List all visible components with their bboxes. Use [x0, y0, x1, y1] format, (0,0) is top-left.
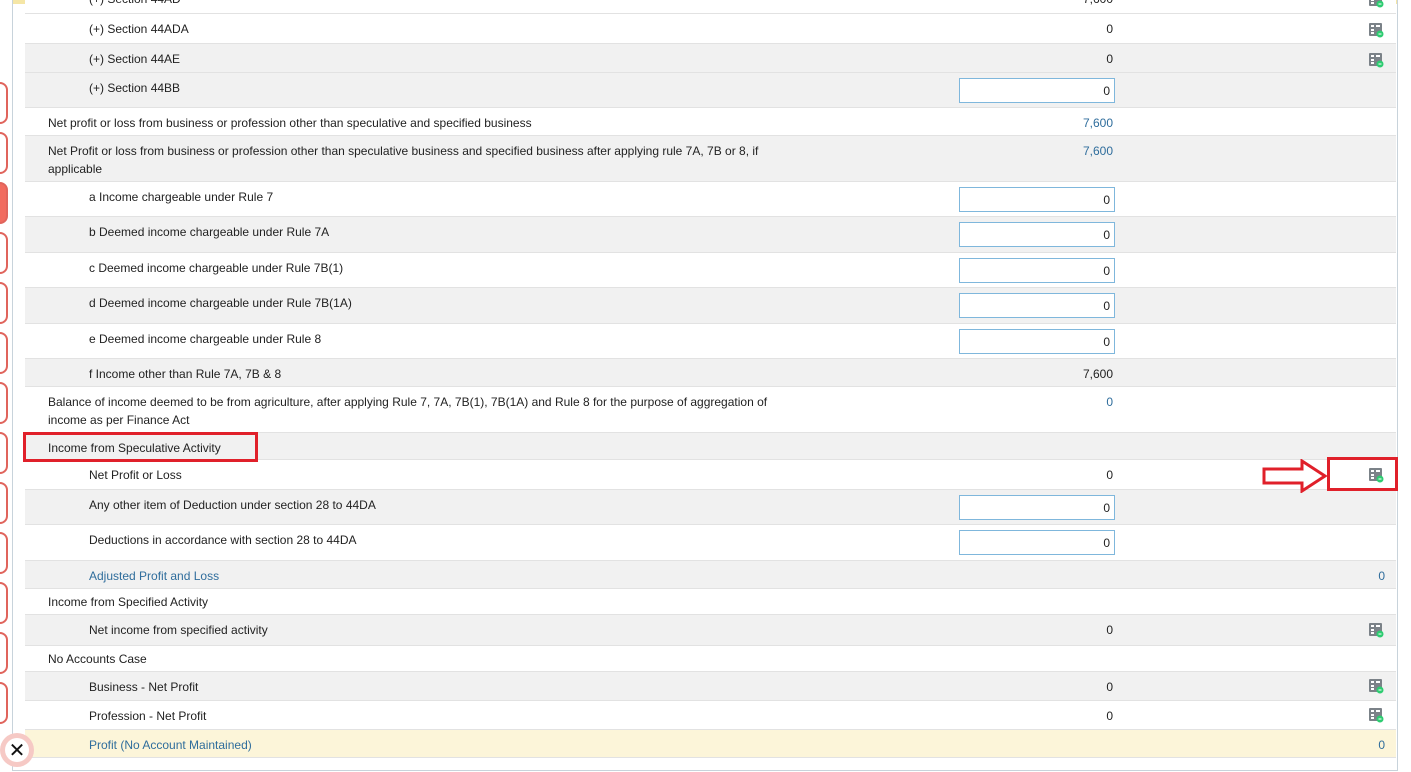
row-label: Adjusted Profit and Loss	[89, 569, 220, 583]
side-tab-7[interactable]	[0, 382, 8, 424]
row-value: 0	[1106, 468, 1113, 482]
row-rule-7b1: c Deemed income chargeable under Rule 7B…	[25, 253, 1396, 288]
calculator-icon[interactable]	[1368, 622, 1384, 638]
side-tab-11[interactable]	[0, 582, 8, 624]
row-label: d Deemed income chargeable under Rule 7B…	[89, 296, 352, 310]
row-value: 0	[1106, 22, 1113, 36]
row-value: 0	[1378, 569, 1385, 583]
row-rule-8: e Deemed income chargeable under Rule 8	[25, 324, 1396, 359]
row-value: 7,600	[1082, 144, 1113, 158]
row-label: Profession - Net Profit	[89, 709, 207, 723]
rule-7b1-input[interactable]	[959, 258, 1115, 283]
row-label: Deductions in accordance with section 28…	[89, 533, 357, 547]
calculator-icon[interactable]	[1368, 52, 1384, 68]
row-label: e Deemed income chargeable under Rule 8	[89, 332, 322, 346]
row-specified-net-income: Net income from specified activity 0	[25, 615, 1396, 646]
side-tab-4[interactable]	[0, 232, 8, 274]
rule-7b1a-input[interactable]	[959, 293, 1115, 318]
row-balance-agriculture: Balance of income deemed to be from agri…	[25, 387, 1396, 433]
row-label: Net income from specified activity	[89, 623, 268, 637]
side-tab-5[interactable]	[0, 282, 8, 324]
row-profit-no-account: Profit (No Account Maintained) 0	[25, 730, 1396, 758]
section-heading: No Accounts Case	[48, 652, 147, 666]
row-rule-7a: b Deemed income chargeable under Rule 7A	[25, 217, 1396, 253]
row-label: c Deemed income chargeable under Rule 7B…	[89, 261, 344, 275]
row-rule-7: a Income chargeable under Rule 7	[25, 182, 1396, 217]
section-44bb-input[interactable]	[959, 78, 1115, 103]
row-value: 0	[1106, 52, 1113, 66]
calculator-icon[interactable]	[1368, 707, 1384, 723]
row-value: 0	[1106, 680, 1113, 694]
row-income-other-than-rules: f Income other than Rule 7A, 7B & 8 7,60…	[25, 359, 1396, 387]
section-no-accounts-case: No Accounts Case	[25, 646, 1396, 672]
deductions-accordance-input[interactable]	[959, 530, 1115, 555]
row-label: Net Profit or loss from business or prof…	[48, 144, 759, 158]
side-tab-6[interactable]	[0, 332, 8, 374]
rule-8-input[interactable]	[959, 329, 1115, 354]
row-label: b Deemed income chargeable under Rule 7A	[89, 225, 330, 239]
side-tab-10[interactable]	[0, 532, 8, 574]
calculator-icon[interactable]	[1368, 22, 1384, 38]
row-label: (+) Section 44BB	[89, 81, 181, 95]
side-tab-8[interactable]	[0, 432, 8, 474]
section-specified-activity: Income from Specified Activity	[25, 589, 1396, 615]
rule-7-input[interactable]	[959, 187, 1115, 212]
row-adjusted-profit-loss: Adjusted Profit and Loss 0	[25, 561, 1396, 589]
row-label: (+) Section 44AD	[89, 0, 181, 8]
row-value: 0	[1106, 709, 1113, 723]
close-icon: ✕	[5, 738, 29, 762]
row-section-44ae: (+) Section 44AE 0	[25, 44, 1396, 73]
form-content: (+) Section 44AD 7,600 (+) Section 44ADA…	[12, 0, 1398, 771]
row-value: 7,600	[1082, 367, 1113, 381]
row-label: Profit (No Account Maintained)	[89, 738, 252, 752]
calculator-icon[interactable]	[1368, 0, 1384, 8]
row-label: f Income other than Rule 7A, 7B & 8	[89, 367, 282, 381]
row-net-profit-other: Net profit or loss from business or prof…	[25, 108, 1396, 136]
side-tab-3[interactable]	[0, 182, 8, 224]
row-label: (+) Section 44ADA	[89, 22, 189, 36]
row-label: Net profit or loss from business or prof…	[48, 116, 532, 130]
right-arrow-annotation	[1262, 459, 1328, 493]
row-label-line2: applicable	[48, 162, 103, 176]
row-label: Business - Net Profit	[89, 680, 199, 694]
left-tab-rail	[0, 0, 12, 772]
row-label: (+) Section 44AE	[89, 52, 181, 66]
row-label: Net Profit or Loss	[89, 468, 182, 482]
row-net-profit-after-rules: Net Profit or loss from business or prof…	[25, 136, 1396, 182]
row-label: Balance of income deemed to be from agri…	[48, 395, 768, 409]
row-speculative-net-profit: Net Profit or Loss 0	[25, 460, 1396, 490]
row-profession-net-profit: Profession - Net Profit 0	[25, 701, 1396, 730]
section-heading: Income from Specified Activity	[48, 595, 209, 609]
rule-7a-input[interactable]	[959, 222, 1115, 247]
row-rule-7b1a: d Deemed income chargeable under Rule 7B…	[25, 288, 1396, 324]
close-button[interactable]: ✕	[0, 733, 34, 767]
calculator-icon[interactable]	[1368, 678, 1384, 694]
highlight-box-calculator	[1327, 457, 1398, 491]
other-deduction-input[interactable]	[959, 495, 1115, 520]
row-label: Any other item of Deduction under sectio…	[89, 498, 376, 512]
row-other-deduction: Any other item of Deduction under sectio…	[25, 490, 1396, 525]
row-deductions-accordance: Deductions in accordance with section 28…	[25, 525, 1396, 561]
side-tab-1[interactable]	[0, 82, 8, 124]
row-section-44bb: (+) Section 44BB	[25, 73, 1396, 108]
highlight-box-speculative-heading	[23, 432, 258, 462]
row-label: a Income chargeable under Rule 7	[89, 190, 274, 204]
row-value: 0	[1378, 738, 1385, 752]
row-value: 7,600	[1082, 116, 1113, 130]
side-tab-12[interactable]	[0, 632, 8, 674]
row-section-44ad: (+) Section 44AD 7,600	[25, 0, 1396, 14]
row-value: 7,600	[1083, 0, 1113, 8]
row-label-line2: income as per Finance Act	[48, 413, 190, 427]
row-section-44ada: (+) Section 44ADA 0	[25, 14, 1396, 44]
side-tab-9[interactable]	[0, 482, 8, 524]
row-business-net-profit: Business - Net Profit 0	[25, 672, 1396, 701]
row-value: 0	[1106, 395, 1113, 409]
side-tab-13[interactable]	[0, 682, 8, 724]
side-tab-2[interactable]	[0, 132, 8, 174]
row-value: 0	[1106, 623, 1113, 637]
